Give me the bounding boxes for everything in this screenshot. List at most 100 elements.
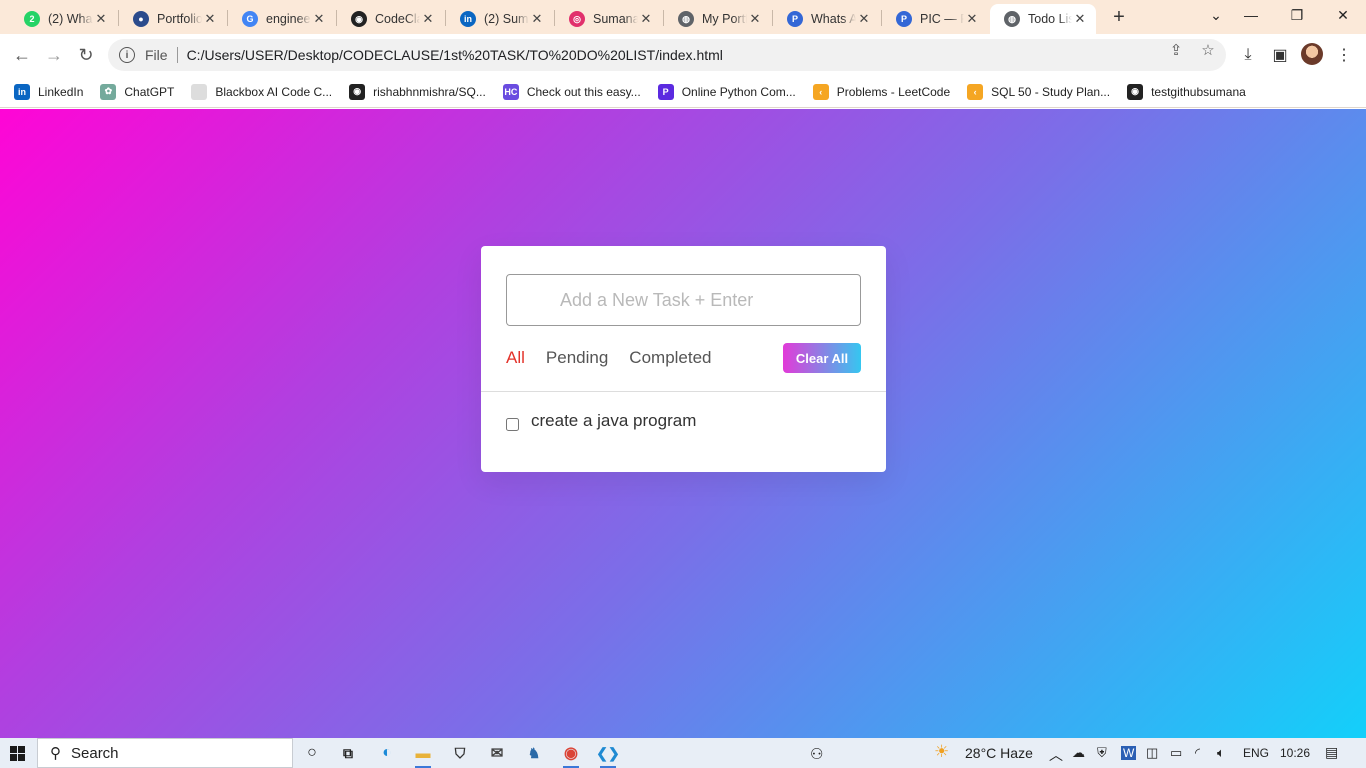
onedrive-icon[interactable]: ☁ — [1072, 745, 1085, 761]
todo-card: All Pending Completed Clear All create a j… — [481, 246, 886, 472]
close-tab-icon[interactable]: ✕ — [529, 11, 545, 27]
close-tab-icon[interactable]: ✕ — [93, 11, 109, 27]
bookmark-label: rishabhnmishra/SQ... — [373, 84, 486, 99]
globe-icon: ◍ — [678, 11, 694, 27]
side-panel-icon[interactable]: ▣ — [1269, 44, 1291, 66]
new-tab-button[interactable]: + — [1108, 5, 1130, 29]
browser-toolbar: ← → ↻ i File C:/Users/USER/Desktop/CODEC… — [0, 34, 1366, 76]
camera-icon[interactable]: ◫ — [1146, 745, 1158, 761]
download-icon[interactable]: ⤓ — [1237, 44, 1259, 66]
chrome-icon[interactable]: ◉ — [561, 743, 581, 768]
bookmark-item[interactable]: ◉ testgithubsumana — [1127, 83, 1246, 100]
close-tab-icon[interactable]: ✕ — [311, 11, 327, 27]
omnibox-divider — [176, 47, 178, 63]
browser-tab[interactable]: ● Portfolio ✕ — [119, 4, 226, 34]
windows-start-icon[interactable] — [10, 746, 25, 761]
people-icon[interactable]: ⚇ — [810, 745, 823, 763]
close-tab-icon[interactable]: ✕ — [964, 11, 980, 27]
profile-avatar[interactable] — [1301, 43, 1323, 65]
cortana-icon[interactable]: ○ — [302, 743, 322, 763]
share-icon[interactable]: ⇪ — [1168, 42, 1184, 59]
close-tab-icon[interactable]: ✕ — [1072, 11, 1088, 27]
store-icon[interactable]: ⛉ — [450, 743, 470, 763]
new-task-input[interactable] — [506, 274, 861, 326]
browser-tab[interactable]: ◎ Sumana ✕ — [555, 4, 662, 34]
bookmark-label: Online Python Com... — [681, 84, 796, 99]
info-icon[interactable]: i — [119, 47, 135, 63]
close-tab-icon[interactable]: ✕ — [420, 11, 436, 27]
browser-tab[interactable]: P PIC — Pasteboard✕ — [882, 4, 988, 34]
tab-title: Whats App — [811, 12, 856, 26]
close-window-icon[interactable]: ✕ — [1320, 0, 1366, 30]
bookmark-item[interactable]: ✿ ChatGPT — [100, 83, 175, 100]
whatsapp-icon: 2 — [24, 11, 40, 27]
postgres-icon[interactable]: ♞ — [524, 743, 544, 763]
portfolio-icon: ● — [133, 11, 149, 27]
reload-icon[interactable]: ↻ — [74, 43, 98, 67]
task-view-icon[interactable]: ⧉ — [338, 743, 358, 763]
tab-title: engineering — [266, 12, 311, 26]
word-icon[interactable]: W — [1121, 746, 1137, 760]
bookmark-item[interactable]: HC Check out this easy... — [502, 83, 641, 100]
mail-icon[interactable]: ✉ — [487, 743, 507, 763]
filter-completed[interactable]: Completed — [629, 348, 711, 368]
bookmark-label: LinkedIn — [38, 84, 84, 99]
notifications-icon[interactable]: ▤ — [1325, 744, 1338, 761]
browser-tab[interactable]: in (2) Summary✕ — [446, 4, 553, 34]
wifi-icon[interactable]: ◜ — [1195, 745, 1200, 761]
bookmark-item[interactable]: ‹ SQL 50 - Study Plan... — [967, 83, 1110, 100]
address-bar[interactable]: i File C:/Users/USER/Desktop/CODECLAUSE/… — [108, 39, 1226, 71]
close-tab-icon[interactable]: ✕ — [202, 11, 218, 27]
bookmark-item[interactable]: in LinkedIn — [14, 83, 84, 100]
forward-icon[interactable]: → — [42, 43, 66, 67]
task-checkbox[interactable] — [506, 417, 519, 431]
divider — [481, 391, 886, 392]
bookmark-item[interactable]: ‹ Problems - LeetCode — [812, 83, 951, 100]
back-icon[interactable]: ← — [10, 43, 34, 67]
battery-icon[interactable]: ▭ — [1170, 745, 1182, 761]
instagram-icon: ◎ — [569, 11, 585, 27]
close-tab-icon[interactable]: ✕ — [856, 11, 872, 27]
clear-all-button[interactable]: Clear All — [783, 343, 861, 373]
filter-pending[interactable]: Pending — [546, 348, 608, 368]
python-icon: P — [657, 83, 674, 100]
browser-tab[interactable]: ◍ My Portfolio✕ — [664, 4, 771, 34]
leetcode-icon: ‹ — [812, 83, 829, 100]
tab-title: (2) WhatsApp — [48, 12, 93, 26]
file-explorer-icon[interactable]: ▬ — [413, 743, 433, 768]
browser-tab[interactable]: 2 (2) WhatsApp✕ — [10, 4, 117, 34]
browser-tab[interactable]: Gengineering✕ — [228, 4, 335, 34]
chevron-up-icon[interactable]: ︿ — [1049, 745, 1063, 765]
volume-icon[interactable]: 🔈︎ — [1217, 745, 1225, 761]
clock[interactable]: 10:26 — [1280, 746, 1310, 760]
bookmark-label: Problems - LeetCode — [836, 84, 951, 99]
close-tab-icon[interactable]: ✕ — [747, 11, 763, 27]
weather-text[interactable]: 28°C Haze — [965, 745, 1033, 761]
vscode-icon[interactable]: ❮❯ — [596, 743, 620, 768]
browser-tab[interactable]: ◍ Todo List✕ — [990, 4, 1096, 34]
browser-tab[interactable]: P Whats App✕ — [773, 4, 880, 34]
bookmark-star-icon[interactable]: ☆ — [1200, 42, 1216, 59]
bookmark-item[interactable]: ◉ rishabhnmishra/SQ... — [349, 83, 486, 100]
tab-title: (2) Summary — [484, 12, 529, 26]
bookmarks-bar: in LinkedIn ✿ ChatGPT Blackbox AI Code C... ◉… — [0, 76, 1366, 108]
bookmark-item[interactable]: Blackbox AI Code C... — [191, 83, 333, 100]
url-text[interactable]: C:/Users/USER/Desktop/CODECLAUSE/1st%20T… — [187, 47, 723, 63]
security-icon[interactable]: ⛨ — [1097, 745, 1107, 761]
task-item: create a java program — [506, 411, 696, 431]
taskbar-search[interactable]: ⚲ Search — [37, 738, 293, 768]
bookmark-label: ChatGPT — [124, 84, 175, 99]
language-indicator[interactable]: ENG — [1243, 746, 1269, 760]
linkedin-icon: in — [460, 11, 476, 27]
tab-title: PIC — Pasteboard — [920, 12, 964, 26]
bookmark-label: Blackbox AI Code C... — [215, 84, 333, 99]
bookmark-item[interactable]: P Online Python Com... — [657, 83, 796, 100]
menu-icon[interactable]: ⋮ — [1333, 44, 1355, 66]
browser-tab[interactable]: ◉ CodeClause✕ — [337, 4, 444, 34]
edge-icon[interactable]: ◐ — [377, 743, 397, 763]
filter-all[interactable]: All — [506, 348, 525, 368]
close-tab-icon[interactable]: ✕ — [638, 11, 654, 27]
pasteboard-icon: P — [787, 11, 803, 27]
restore-icon[interactable]: ❐ — [1274, 0, 1320, 30]
minimize-icon[interactable]: — — [1228, 0, 1274, 30]
